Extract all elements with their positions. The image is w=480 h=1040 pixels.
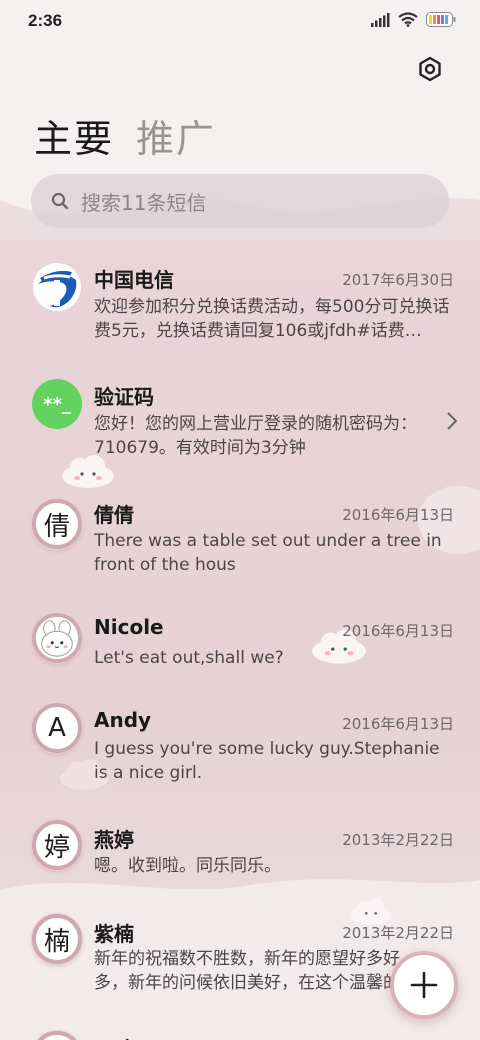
contact-name: 子玲 bbox=[94, 1033, 134, 1040]
contact-name: Nicole bbox=[94, 615, 164, 639]
avatar bbox=[32, 613, 82, 663]
message-preview: 新年的祝福数不胜数，新年的愿望好多好多，新年的问候依旧美好，在这个温馨的时刻 bbox=[94, 949, 417, 993]
wifi-icon bbox=[398, 12, 418, 27]
list-item[interactable]: 中国电信 2017年6月30日 欢迎参加积分兑换话费活动，每500分可兑换话费5… bbox=[0, 250, 480, 362]
message-preview: I guess you're some lucky guy.Stephanie … bbox=[94, 739, 440, 783]
message-date: 2017年6月30日 bbox=[342, 271, 454, 289]
message-date: 2016年6月13日 bbox=[342, 622, 454, 640]
bunny-avatar-icon bbox=[36, 617, 78, 659]
message-date: 2013年2月22日 bbox=[342, 924, 454, 942]
avatar: A bbox=[32, 703, 82, 753]
status-time: 2:36 bbox=[28, 11, 63, 30]
list-item[interactable]: 婷 燕婷 2013年2月22日 嗯。收到啦。同乐同乐。 bbox=[0, 810, 480, 910]
signal-icon bbox=[371, 12, 390, 27]
plus-icon bbox=[410, 971, 438, 999]
contact-name: 倩倩 bbox=[94, 503, 134, 527]
contact-name: 紫楠 bbox=[94, 922, 134, 946]
tab-primary[interactable]: 主要 bbox=[34, 108, 114, 163]
search-bar[interactable]: 搜索11条短信 bbox=[31, 174, 449, 228]
status-bar: 2:36 bbox=[0, 0, 480, 40]
contact-name: Andy bbox=[94, 708, 152, 732]
search-placeholder: 搜索11条短信 bbox=[81, 190, 207, 215]
avatar: 楠 bbox=[32, 914, 82, 964]
list-item[interactable]: **_ 验证码 您好！您的网上营业厅登录的随机密码为：710679。有效时间为3… bbox=[0, 367, 480, 479]
category-tabs: 主要 推广 bbox=[34, 108, 216, 163]
message-date: 2016年6月13日 bbox=[342, 506, 454, 524]
contact-name: 燕婷 bbox=[94, 828, 134, 852]
verification-avatar: **_ bbox=[32, 379, 82, 429]
message-preview: 您好！您的网上营业厅登录的随机密码为：710679。有效时间为3分钟 bbox=[94, 414, 417, 458]
list-item[interactable]: Nicole 2016年6月13日 Let's eat out,shall we… bbox=[0, 600, 480, 700]
battery-icon bbox=[426, 12, 456, 27]
contact-name: 验证码 bbox=[94, 385, 154, 409]
settings-icon bbox=[419, 56, 441, 82]
avatar bbox=[32, 1031, 82, 1040]
contact-name: 中国电信 bbox=[94, 268, 174, 292]
avatar: 婷 bbox=[32, 820, 82, 870]
tab-promotions[interactable]: 推广 bbox=[136, 108, 216, 163]
list-item[interactable]: 倩 倩倩 2016年6月13日 There was a table set ou… bbox=[0, 483, 480, 595]
message-date: 2016年6月13日 bbox=[342, 715, 454, 733]
avatar: 倩 bbox=[32, 499, 82, 549]
list-item[interactable]: A Andy 2016年6月13日 I guess you're some lu… bbox=[0, 693, 480, 808]
message-preview: 嗯。收到啦。同乐同乐。 bbox=[94, 856, 281, 876]
message-preview: Let's eat out,shall we? bbox=[94, 648, 284, 668]
message-preview: 欢迎参加积分兑换话费活动，每500分可兑换话费5元，兑换话费请回复106或jfd… bbox=[94, 297, 450, 341]
status-icons bbox=[370, 12, 456, 27]
compose-button[interactable] bbox=[390, 951, 458, 1019]
settings-button[interactable] bbox=[414, 53, 446, 85]
message-preview: There was a table set out under a tree i… bbox=[94, 531, 442, 575]
list-item[interactable]: 子玲 bbox=[0, 1025, 480, 1040]
message-date: 2013年2月22日 bbox=[342, 831, 454, 849]
search-icon bbox=[51, 192, 69, 210]
china-telecom-logo bbox=[32, 262, 82, 312]
telecom-logo-icon bbox=[33, 263, 81, 311]
chevron-right-icon[interactable] bbox=[446, 411, 458, 431]
